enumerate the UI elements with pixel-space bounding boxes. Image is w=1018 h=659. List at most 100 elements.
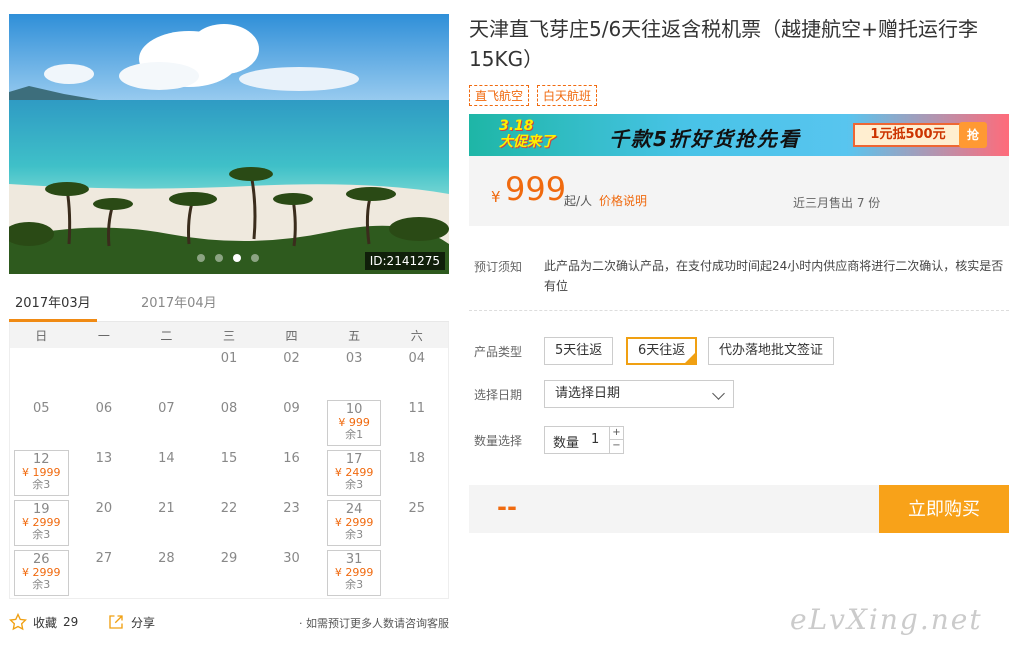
chevron-down-icon — [712, 387, 725, 400]
share-button[interactable]: 分享 — [107, 613, 155, 631]
calendar-day-number: 25 — [408, 501, 425, 516]
calendar-day-number: 18 — [408, 451, 425, 466]
calendar-day: 22 — [198, 498, 261, 548]
promo-date: 3.18 大促来了 — [499, 118, 555, 150]
product-type-label: 产品类型 — [474, 345, 523, 359]
calendar-day: 01 — [198, 348, 261, 398]
calendar-day: 18 — [385, 448, 448, 498]
calendar-day-number: 12 — [33, 452, 50, 467]
weekday-label: 日 — [35, 328, 48, 343]
date-select[interactable]: 请选择日期 — [544, 380, 734, 408]
price-calendar: 日 一 二 三 四 五 六 01 02 03 04 05 06 07 08 09 10 ¥ 999 余… — [9, 322, 449, 599]
weekday-label: 三 — [222, 328, 235, 343]
calendar-day-available[interactable]: 26 ¥ 2999 余3 — [14, 550, 69, 596]
calendar-day: 11 — [385, 398, 448, 448]
calendar-day-number: 09 — [283, 401, 300, 416]
calendar-day-remaining: 余3 — [345, 528, 364, 541]
calendar-day: 05 — [10, 398, 73, 448]
calendar-day-available[interactable]: 10 ¥ 999 余1 — [326, 400, 382, 446]
calendar-day-number: 28 — [158, 551, 175, 566]
quantity-plus-button[interactable]: + — [609, 427, 623, 440]
share-label: 分享 — [131, 615, 156, 630]
tab-month-april[interactable]: 2017年04月 — [135, 294, 223, 322]
calendar-day-remaining: 余3 — [345, 478, 364, 491]
calendar-day-available[interactable]: 12 ¥ 1999 余3 — [14, 450, 69, 496]
calendar-day-number: 24 — [345, 502, 363, 517]
tab-month-march[interactable]: 2017年03月 — [9, 294, 97, 322]
favorite-label: 收藏 — [33, 615, 58, 630]
calendar-day-number: 10 — [345, 402, 363, 417]
calendar-day: 20 — [73, 498, 136, 548]
tag-direct-flight: 直飞航空 — [469, 85, 530, 106]
favorite-button[interactable]: 收藏 29 — [9, 613, 78, 631]
weekday-label: 一 — [97, 328, 110, 343]
quantity-inner-label: 数量 — [553, 436, 580, 451]
calendar-day-available[interactable]: 24 ¥ 2999 余3 — [326, 500, 382, 546]
product-photo[interactable]: ID:2141275 — [9, 14, 449, 274]
quantity-value[interactable]: 1 — [591, 432, 599, 447]
calendar-day-number: 15 — [220, 451, 238, 466]
calendar-day — [10, 348, 73, 398]
buy-bar: -- 立即购买 — [469, 485, 1009, 533]
calendar-day-number: 06 — [95, 401, 113, 416]
option-5-day[interactable]: 5天往返 — [544, 337, 614, 365]
option-visa-service[interactable]: 代办落地批文签证 — [708, 337, 835, 365]
calendar-weekday-header: 日 一 二 三 四 五 六 — [10, 322, 448, 348]
photo-id-label: ID:2141275 — [364, 252, 445, 270]
carousel-dot[interactable] — [215, 254, 223, 262]
calendar-day-remaining: 余3 — [345, 578, 364, 591]
date-select-value: 请选择日期 — [555, 386, 621, 401]
calendar-day-remaining: 余3 — [32, 528, 51, 541]
product-actions: 收藏 29 分享 · 如需预订更多人数请咨询客服 — [9, 611, 449, 635]
calendar-day-number: 23 — [283, 501, 300, 516]
calendar-day-number: 13 — [95, 451, 113, 466]
calendar-day-remaining: 余1 — [345, 428, 364, 441]
carousel-dot[interactable] — [251, 254, 259, 262]
calendar-day-remaining: 余3 — [32, 478, 51, 491]
calendar-day-number: 30 — [283, 551, 300, 566]
weekday-label: 四 — [285, 328, 298, 343]
site-watermark: eLvXing.net — [790, 603, 983, 636]
beach-image — [9, 14, 449, 274]
weekday-label: 二 — [160, 328, 173, 343]
calendar-day: 30 — [260, 548, 323, 598]
product-tags: 直飞航空 白天航班 — [469, 85, 598, 106]
price-amount: 999 — [505, 170, 567, 208]
promo-banner[interactable]: 3.18 大促来了 千款5折好货抢先看 1元抵500元 抢 — [469, 114, 1009, 156]
quantity-minus-button[interactable]: − — [609, 440, 623, 453]
calendar-day-number: 11 — [408, 401, 425, 416]
calendar-day: 29 — [198, 548, 261, 598]
calendar-day-number: 14 — [158, 451, 175, 466]
calendar-day-number: 22 — [220, 501, 238, 516]
calendar-day: 08 — [198, 398, 261, 448]
calendar-day-available[interactable]: 17 ¥ 2499 余3 — [326, 450, 382, 496]
buy-now-button[interactable]: 立即购买 — [879, 485, 1009, 533]
price-explain-link[interactable]: 价格说明 — [599, 192, 647, 209]
calendar-day-available[interactable]: 19 ¥ 2999 余3 — [14, 500, 69, 546]
calendar-day — [385, 548, 448, 598]
calendar-day-available[interactable]: 31 ¥ 2999 余3 — [326, 550, 382, 596]
option-6-day[interactable]: 6天往返 — [626, 337, 698, 365]
price-unit: 起/人 — [564, 194, 593, 208]
calendar-day-number: 20 — [95, 501, 113, 516]
calendar-day-number: 17 — [345, 452, 363, 467]
quantity-stepper: 数量 1 + − — [544, 426, 624, 454]
calendar-day-number: 19 — [33, 502, 50, 517]
month-tabs: 2017年03月 2017年04月 — [9, 290, 449, 322]
calendar-day-number: 27 — [95, 551, 113, 566]
calendar-day: 14 — [135, 448, 198, 498]
carousel-dot[interactable] — [197, 254, 205, 262]
calendar-day: 15 — [198, 448, 261, 498]
date-label: 选择日期 — [474, 388, 523, 402]
product-title: 天津直飞芽庄5/6天往返含税机票（越捷航空+赠托运行李15KG） — [469, 17, 978, 71]
consult-note: · 如需预订更多人数请咨询客服 — [299, 617, 449, 630]
carousel-dot-active[interactable] — [233, 254, 241, 262]
tag-day-flight: 白天航班 — [537, 85, 598, 106]
calendar-day-number: 04 — [408, 351, 425, 366]
calendar-day: 23 — [260, 498, 323, 548]
share-icon — [109, 615, 123, 629]
calendar-day-number: 31 — [345, 552, 363, 567]
booking-notice: 预订须知 此产品为二次确认产品，在支付成功时间起24小时内供应商将进行二次确认，… — [469, 246, 1009, 311]
calendar-day-number: 21 — [158, 501, 175, 516]
promo-coupon: 1元抵500元 — [853, 123, 963, 147]
